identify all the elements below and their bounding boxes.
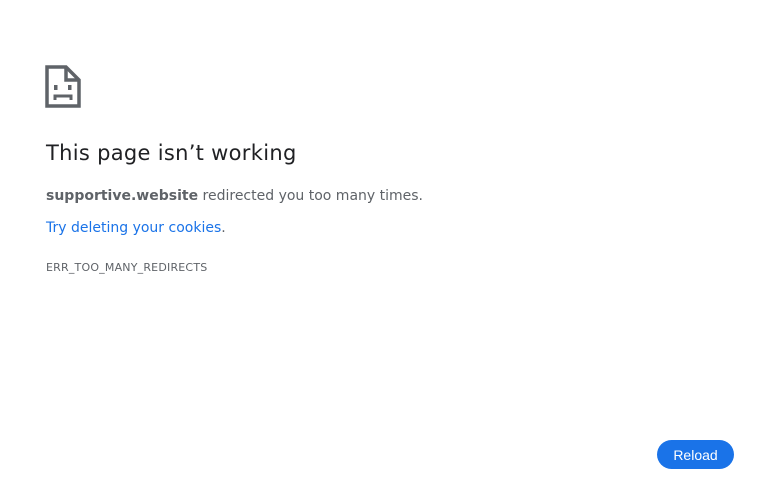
- sad-page-icon: [45, 65, 81, 109]
- error-code: ERR_TOO_MANY_REDIRECTS: [46, 261, 208, 274]
- error-summary: supportive.website redirected you too ma…: [46, 188, 423, 204]
- summary-message: redirected you too many times.: [198, 188, 424, 204]
- reload-button[interactable]: Reload: [657, 440, 734, 469]
- page-title: This page isn’t working: [46, 141, 297, 165]
- suggestion: Try deleting your cookies.: [46, 220, 226, 236]
- suggestion-suffix: .: [221, 220, 226, 236]
- delete-cookies-link[interactable]: Try deleting your cookies: [46, 220, 221, 236]
- host-name: supportive.website: [46, 188, 199, 204]
- error-page: This page isn’t working supportive.websi…: [0, 0, 780, 493]
